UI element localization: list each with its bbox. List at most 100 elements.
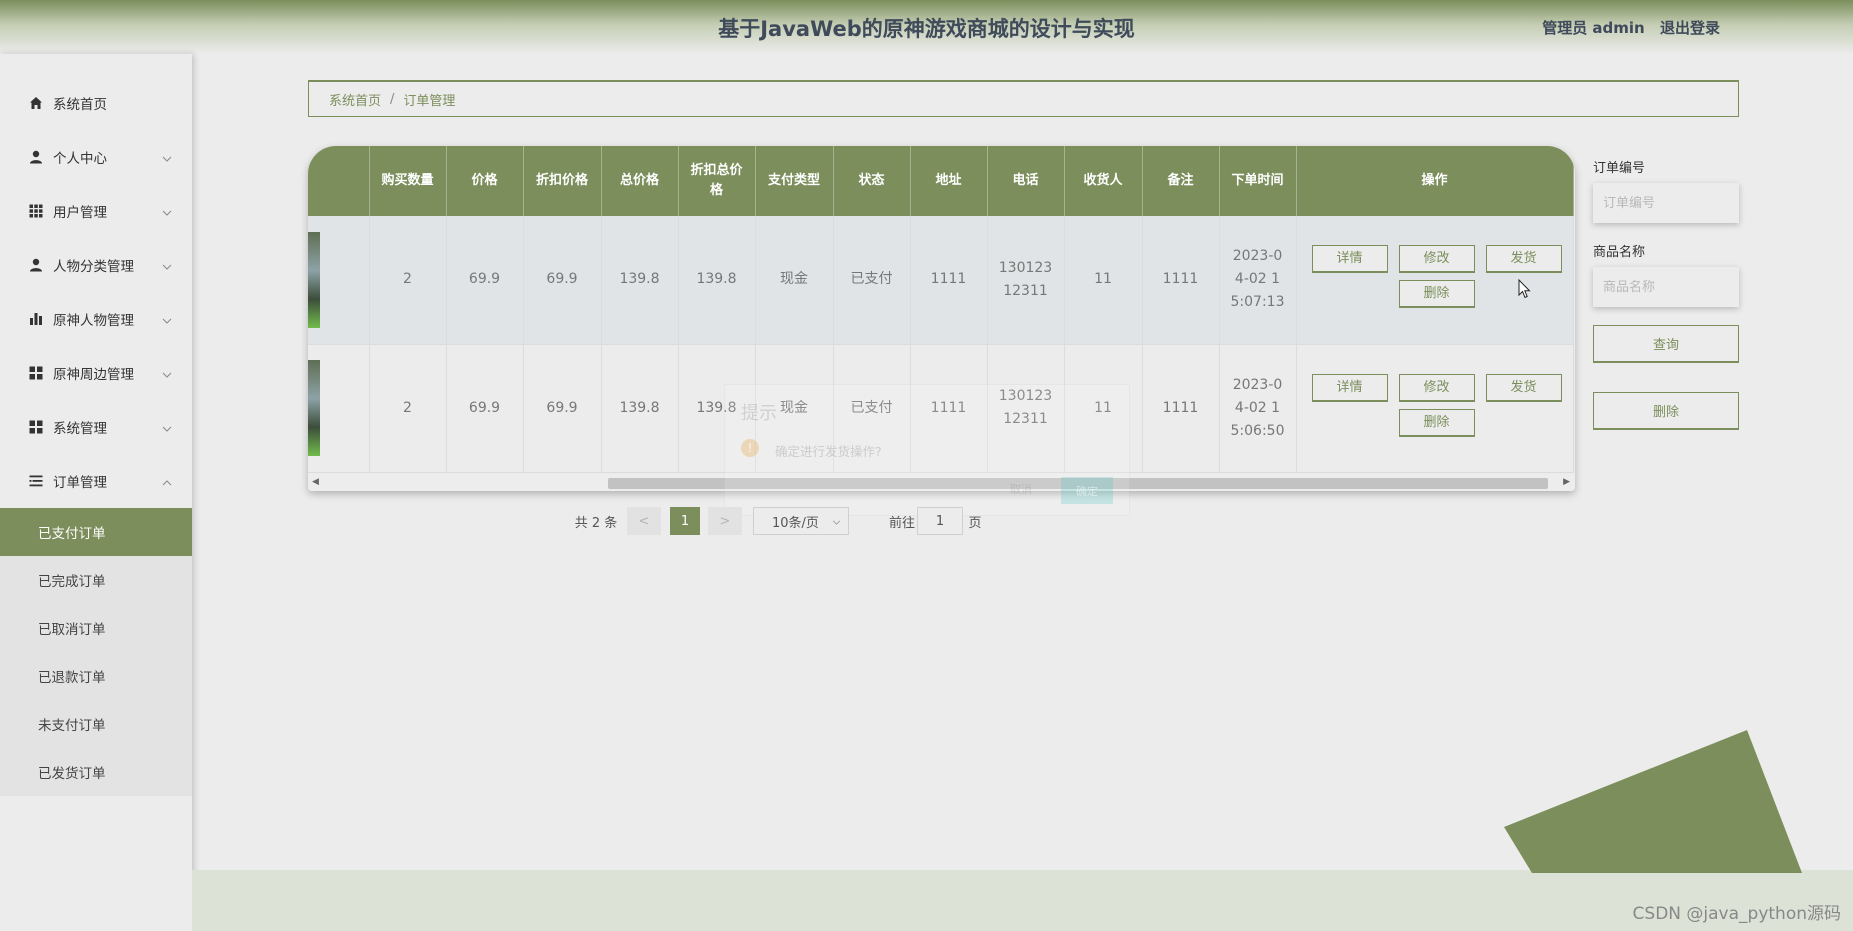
column-header-pay-type: 支付类型	[755, 146, 834, 216]
dialog-cancel-button[interactable]: 取消	[1010, 481, 1032, 497]
detail-button[interactable]: 详情	[1311, 373, 1388, 402]
sidebar-item-label: 系统首页	[53, 97, 107, 113]
goto-unit: 页	[968, 515, 982, 531]
sidebar-item-label: 原神人物管理	[53, 313, 134, 329]
mouse-cursor-icon	[1518, 279, 1531, 299]
next-page-button[interactable]: >	[708, 507, 742, 535]
remark-cell: 1111	[1142, 216, 1220, 345]
sidebar-item-personal-center[interactable]: 个人中心	[0, 130, 192, 184]
order-time-cell: 2023-04-02 15:07:13	[1219, 216, 1297, 345]
apps-icon	[28, 419, 44, 435]
sidebar-item-character-category[interactable]: 人物分类管理	[0, 238, 192, 292]
column-header-actions: 操作	[1296, 146, 1574, 216]
edit-button[interactable]: 修改	[1398, 373, 1475, 402]
delete-button[interactable]: 删除	[1398, 280, 1475, 308]
header-user-area: 管理员 admin 退出登录	[1532, 17, 1720, 38]
quantity-cell: 2	[369, 344, 447, 473]
column-header-price: 价格	[446, 146, 524, 216]
discount-price-cell: 69.9	[523, 216, 602, 345]
sidebar-item-home[interactable]: 系统首页	[0, 76, 192, 130]
sidebar-subitem-refunded-orders[interactable]: 已退款订单	[0, 652, 192, 700]
chevron-down-icon	[162, 312, 172, 328]
product-name-input[interactable]	[1593, 267, 1739, 307]
scroll-left-arrow-icon[interactable]: ◀	[312, 477, 319, 487]
sidebar-item-label: 系统管理	[53, 421, 107, 437]
address-cell: 1111	[910, 216, 988, 345]
quantity-cell: 2	[369, 216, 447, 345]
column-header-receiver: 收货人	[1064, 146, 1143, 216]
dialog-title: 提示	[741, 403, 777, 424]
goto-page-input[interactable]: 1	[917, 507, 963, 535]
order-time-cell: 2023-04-02 15:06:50	[1219, 344, 1297, 473]
sidebar-subitem-unpaid-orders[interactable]: 未支付订单	[0, 700, 192, 748]
sidebar-item-order-management[interactable]: 订单管理	[0, 454, 192, 508]
sidebar-item-system-management[interactable]: 系统管理	[0, 400, 192, 454]
breadcrumb-home-link[interactable]: 系统首页	[329, 90, 381, 109]
sidebar: 系统首页 个人中心 用户管理 人物分类管理 原神人物管理 原神周边管理 系统管理…	[0, 54, 192, 931]
dialog-confirm-button[interactable]: 确定	[1061, 477, 1113, 504]
column-header-phone: 电话	[987, 146, 1065, 216]
breadcrumb-separator: /	[390, 91, 395, 107]
remark-cell: 1111	[1142, 344, 1220, 473]
order-no-label: 订单编号	[1593, 161, 1646, 176]
column-header-order-time: 下单时间	[1219, 146, 1297, 216]
product-image-cell	[308, 344, 370, 473]
sidebar-item-character-management[interactable]: 原神人物管理	[0, 292, 192, 346]
product-thumbnail[interactable]	[308, 360, 320, 456]
watermark: CSDN @java_python源码	[1632, 904, 1841, 924]
breadcrumb-current: 订单管理	[403, 93, 456, 109]
phone-cell: 13012312311	[987, 216, 1065, 345]
total-price-cell: 139.8	[601, 344, 679, 473]
column-header-image	[308, 146, 370, 216]
page-size-select[interactable]: 10条/页	[753, 507, 849, 535]
sidebar-item-label: 个人中心	[53, 151, 107, 167]
search-panel: 订单编号 商品名称 查询 删除	[1593, 157, 1739, 430]
chevron-down-icon	[162, 150, 172, 166]
chevron-down-icon	[832, 508, 841, 536]
total-price-cell: 139.8	[601, 216, 679, 345]
page-1-button[interactable]: 1	[670, 507, 700, 535]
user-icon	[28, 149, 44, 165]
warning-icon: !	[741, 439, 759, 457]
product-name-label: 商品名称	[1593, 245, 1646, 260]
ship-button[interactable]: 发货	[1485, 373, 1562, 402]
logout-link[interactable]: 退出登录	[1660, 19, 1720, 37]
sidebar-subitem-shipped-orders[interactable]: 已发货订单	[0, 748, 192, 796]
prev-page-button[interactable]: <	[627, 507, 661, 535]
sidebar-item-merch-management[interactable]: 原神周边管理	[0, 346, 192, 400]
column-header-address: 地址	[910, 146, 988, 216]
user-icon	[28, 257, 44, 273]
list-icon	[28, 473, 44, 489]
sidebar-item-user-management[interactable]: 用户管理	[0, 184, 192, 238]
pagination-total: 共 2 条	[574, 515, 618, 531]
delete-button[interactable]: 删除	[1398, 408, 1475, 437]
batch-delete-button[interactable]: 删除	[1593, 392, 1739, 430]
decorative-shape	[1504, 730, 1802, 873]
dialog-message: 确定进行发货操作?	[775, 444, 882, 459]
sidebar-item-label: 用户管理	[53, 205, 107, 221]
receiver-cell: 11	[1064, 216, 1143, 345]
chevron-down-icon	[162, 366, 172, 382]
price-cell: 69.9	[446, 216, 524, 345]
column-header-discount-total: 折扣总价格	[678, 146, 756, 216]
product-thumbnail[interactable]	[308, 231, 320, 328]
order-no-input[interactable]	[1593, 183, 1739, 223]
sidebar-subitem-cancelled-orders[interactable]: 已取消订单	[0, 604, 192, 652]
sidebar-subitem-completed-orders[interactable]: 已完成订单	[0, 556, 192, 604]
edit-button[interactable]: 修改	[1398, 245, 1475, 273]
sidebar-subitem-paid-orders[interactable]: 已支付订单	[0, 508, 192, 556]
status-cell: 已支付	[833, 216, 911, 345]
column-header-quantity: 购买数量	[369, 146, 447, 216]
pay-type-cell: 现金	[755, 216, 834, 345]
goto-label: 前往	[888, 515, 915, 531]
detail-button[interactable]: 详情	[1311, 245, 1388, 273]
scroll-right-arrow-icon[interactable]: ▶	[1563, 477, 1570, 487]
discount-price-cell: 69.9	[523, 344, 602, 473]
actions-cell: 详情 修改 发货 删除	[1296, 344, 1574, 473]
column-header-remark: 备注	[1142, 146, 1220, 216]
grid-icon	[28, 203, 44, 219]
ship-button[interactable]: 发货	[1485, 245, 1562, 273]
home-icon	[28, 95, 44, 111]
sidebar-item-label: 原神周边管理	[53, 367, 134, 383]
query-button[interactable]: 查询	[1593, 325, 1739, 363]
